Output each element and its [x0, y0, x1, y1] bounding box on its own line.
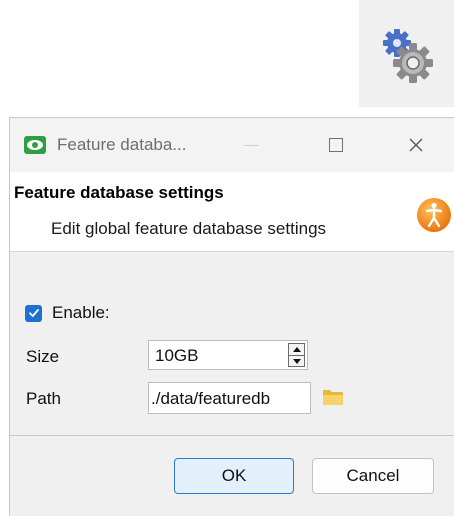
dialog-footer: OK Cancel — [10, 436, 454, 516]
size-spinner[interactable] — [288, 343, 305, 367]
gears-icon — [382, 28, 433, 83]
close-button[interactable] — [393, 126, 439, 164]
header-subtitle: Edit global feature database settings — [51, 219, 327, 238]
minimize-icon — [243, 144, 259, 146]
size-label: Size — [26, 347, 60, 366]
window-title: Feature databa... — [57, 135, 187, 154]
enable-checkbox[interactable] — [25, 304, 42, 322]
path-field[interactable] — [148, 382, 311, 414]
settings-panel: Enable: Size Path — [10, 252, 454, 435]
maximize-icon — [329, 138, 343, 152]
header-title: Feature database settings — [14, 183, 224, 202]
title-bar[interactable]: Feature databa... — [10, 118, 454, 172]
dialog-header: Feature database settings Edit global fe… — [10, 172, 454, 250]
close-icon — [409, 138, 423, 152]
gears-icon-tile[interactable] — [359, 0, 454, 107]
eye-app-icon — [24, 136, 46, 154]
ok-button[interactable]: OK — [174, 458, 294, 494]
arrow-up-icon — [292, 347, 301, 352]
arrow-down-icon — [292, 359, 301, 364]
folder-icon[interactable] — [322, 388, 344, 406]
enable-checkbox-row[interactable]: Enable: — [25, 303, 110, 323]
size-input[interactable] — [155, 345, 275, 367]
minimize-button[interactable] — [228, 126, 274, 164]
checkmark-icon — [28, 309, 39, 317]
path-label: Path — [26, 389, 61, 408]
enable-label: Enable: — [52, 303, 110, 322]
person-accessibility-icon — [417, 198, 451, 232]
spin-up-button[interactable] — [289, 344, 304, 355]
maximize-button[interactable] — [313, 126, 359, 164]
path-input[interactable] — [151, 388, 309, 410]
size-spinbox[interactable] — [148, 340, 308, 370]
cancel-button[interactable]: Cancel — [312, 458, 434, 494]
feature-database-dialog: Feature databa... Feature database setti… — [9, 117, 454, 516]
spin-down-button[interactable] — [289, 355, 304, 367]
